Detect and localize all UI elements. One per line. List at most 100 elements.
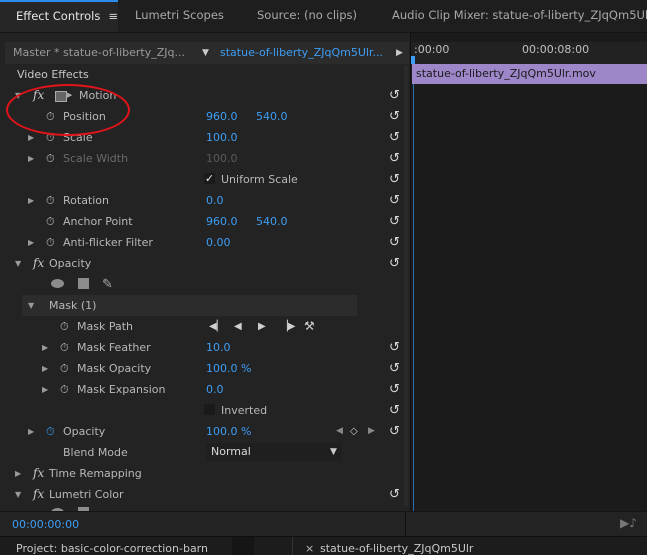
prop-anchor-point[interactable]: ⏱ Anchor Point 960.0 540.0 ↺ — [0, 211, 409, 232]
stopwatch-icon[interactable]: ⏱ — [60, 358, 69, 379]
expand-triangle-icon[interactable]: ▶ — [15, 463, 21, 484]
expand-triangle-icon[interactable]: ▶ — [28, 232, 34, 253]
panel-tab-bar: Effect Controls ≡ Lumetri Scopes Source: … — [0, 0, 647, 33]
wrench-icon[interactable]: ⚒ — [304, 316, 315, 337]
scale-value[interactable]: 100.0 — [206, 127, 238, 148]
effect-lumetri-color[interactable]: ▼ fx Lumetri Color ↺ — [0, 484, 409, 505]
track-backward-one-icon[interactable]: ◀▏ — [209, 316, 224, 337]
fx-icon[interactable]: fx — [33, 484, 44, 505]
reset-icon[interactable]: ↺ — [389, 232, 400, 253]
reset-icon[interactable]: ↺ — [389, 106, 400, 127]
pen-mask-icon[interactable]: ✎ — [102, 274, 113, 295]
prop-uniform-scale: ✓ Uniform Scale ↺ — [0, 169, 409, 190]
fx-icon[interactable]: fx — [33, 253, 44, 274]
mask-opacity-value[interactable]: 100.0 % — [206, 358, 251, 379]
prop-mask-expansion[interactable]: ▶ ⏱ Mask Expansion 0.0 ↺ — [0, 379, 409, 400]
prev-keyframe-icon[interactable]: ◀ — [336, 421, 343, 442]
mask-name[interactable]: Mask (1) — [49, 295, 96, 316]
uniform-scale-checkbox[interactable]: ✓ — [204, 173, 215, 184]
prop-label: Scale Width — [63, 152, 129, 165]
inverted-checkbox[interactable] — [204, 404, 215, 415]
stopwatch-icon[interactable]: ⏱ — [46, 190, 55, 211]
playhead-icon[interactable] — [411, 56, 415, 64]
tab-project[interactable]: Project: basic-color-correction-barn — [16, 542, 208, 555]
prop-mask-path[interactable]: ⏱ Mask Path ◀▏ ◀ ▶ ▕▶ ⚒ — [0, 316, 409, 337]
prop-anti-flicker[interactable]: ▶ ⏱ Anti-flicker Filter 0.00 ↺ — [0, 232, 409, 253]
mask-expansion-value[interactable]: 0.0 — [206, 379, 224, 400]
close-icon[interactable]: × — [305, 542, 314, 555]
expand-triangle-icon[interactable]: ▶ — [28, 190, 34, 211]
reset-icon[interactable]: ↺ — [389, 211, 400, 232]
anchor-x-value[interactable]: 960.0 — [206, 211, 238, 232]
reset-icon[interactable]: ↺ — [389, 148, 400, 169]
timeline-clip[interactable]: statue-of-liberty_ZJqQm5Ulr.mov — [412, 64, 647, 84]
ellipse-mask-icon[interactable] — [51, 279, 64, 288]
prop-blend-mode[interactable]: Blend Mode Normal ▼ — [0, 442, 409, 463]
reset-icon[interactable]: ↺ — [389, 169, 400, 190]
reset-icon[interactable]: ↺ — [389, 337, 400, 358]
collapse-triangle-icon[interactable]: ▼ — [28, 295, 34, 316]
collapse-triangle-icon[interactable]: ▼ — [15, 484, 21, 505]
reset-icon[interactable]: ↺ — [389, 190, 400, 211]
expand-triangle-icon[interactable]: ▶ — [42, 379, 48, 400]
audio-icon[interactable]: ▶♪ — [620, 516, 637, 530]
prop-mask-opacity[interactable]: ▶ ⏱ Mask Opacity 100.0 % ↺ — [0, 358, 409, 379]
reset-icon[interactable]: ↺ — [389, 421, 400, 442]
stopwatch-icon[interactable]: ⏱ — [46, 232, 55, 253]
expand-timeline-icon[interactable]: ▶ — [396, 42, 403, 64]
divider — [405, 512, 406, 536]
track-backward-icon[interactable]: ◀ — [234, 316, 242, 337]
prop-mask-feather[interactable]: ▶ ⏱ Mask Feather 10.0 ↺ — [0, 337, 409, 358]
clip-dropdown-icon[interactable]: ▼ — [202, 42, 209, 64]
reset-icon[interactable]: ↺ — [389, 127, 400, 148]
stopwatch-icon[interactable]: ⏱ — [60, 316, 69, 337]
next-keyframe-icon[interactable]: ▶ — [368, 421, 375, 442]
effect-name: Lumetri Color — [49, 488, 124, 501]
tab-source[interactable]: Source: (no clips) — [257, 0, 357, 32]
effect-opacity[interactable]: ▼ fx Opacity ↺ — [0, 253, 409, 274]
effect-time-remapping[interactable]: ▶ fx Time Remapping — [0, 463, 409, 484]
stopwatch-icon[interactable]: ⏱ — [46, 211, 55, 232]
mask-feather-value[interactable]: 10.0 — [206, 337, 231, 358]
prop-scale-width: ▶ ⏱ Scale Width 100.0 ↺ — [0, 148, 409, 169]
blend-mode-select[interactable]: Normal ▼ — [206, 443, 342, 461]
expand-triangle-icon[interactable]: ▶ — [28, 421, 34, 442]
reset-icon[interactable]: ↺ — [389, 379, 400, 400]
tab-effect-controls[interactable]: Effect Controls ≡ — [0, 0, 118, 32]
mask-group[interactable]: ▼ Mask (1) — [22, 295, 357, 316]
panel-menu-icon[interactable]: ≡ — [108, 9, 118, 23]
position-x-value[interactable]: 960.0 — [206, 106, 238, 127]
stopwatch-icon[interactable]: ⏱ — [60, 337, 69, 358]
tab-audio-clip-mixer[interactable]: Audio Clip Mixer: statue-of-liberty_ZJqQ… — [392, 0, 647, 32]
opacity-value[interactable]: 100.0 % — [206, 421, 251, 442]
clip-selector[interactable]: statue-of-liberty_ZJqQm5Ulr... — [220, 42, 383, 64]
reset-icon[interactable]: ↺ — [389, 85, 400, 106]
chevron-down-icon: ▼ — [330, 447, 337, 457]
tab-lumetri-scopes[interactable]: Lumetri Scopes — [135, 0, 224, 32]
anti-flicker-value[interactable]: 0.00 — [206, 232, 231, 253]
expand-triangle-icon[interactable]: ▶ — [42, 337, 48, 358]
stopwatch-active-icon[interactable]: ⏱ — [46, 421, 55, 442]
reset-icon[interactable]: ↺ — [389, 253, 400, 274]
position-y-value[interactable]: 540.0 — [256, 106, 288, 127]
prop-rotation[interactable]: ▶ ⏱ Rotation 0.0 ↺ — [0, 190, 409, 211]
anchor-y-value[interactable]: 540.0 — [256, 211, 288, 232]
fx-icon: fx — [33, 466, 45, 480]
scrollbar[interactable] — [404, 66, 408, 506]
prop-opacity[interactable]: ▶ ⏱ Opacity 100.0 % ◀ ◇ ▶ ↺ — [0, 421, 409, 442]
track-forward-icon[interactable]: ▶ — [258, 316, 266, 337]
collapse-triangle-icon[interactable]: ▼ — [15, 253, 21, 274]
add-keyframe-icon[interactable]: ◇ — [350, 421, 358, 442]
time-ruler[interactable]: :00:00 00:00:08:00 — [411, 42, 647, 64]
expand-triangle-icon[interactable]: ▶ — [42, 358, 48, 379]
reset-icon[interactable]: ↺ — [389, 400, 400, 421]
rotation-value[interactable]: 0.0 — [206, 190, 224, 211]
stopwatch-icon[interactable]: ⏱ — [60, 379, 69, 400]
current-timecode[interactable]: 00:00:00:00 — [12, 518, 79, 531]
prop-inverted: Inverted ↺ — [0, 400, 409, 421]
reset-icon[interactable]: ↺ — [389, 358, 400, 379]
rectangle-mask-icon[interactable] — [78, 278, 89, 289]
tab-sequence[interactable]: statue-of-liberty_ZJqQm5Ulr — [320, 542, 473, 555]
track-forward-one-icon[interactable]: ▕▶ — [280, 316, 295, 337]
reset-icon[interactable]: ↺ — [389, 484, 400, 505]
